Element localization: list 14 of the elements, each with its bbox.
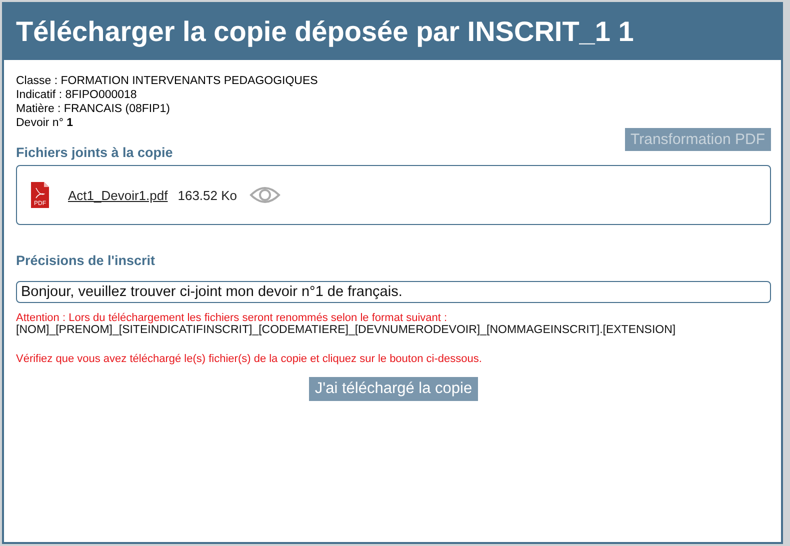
info-line: Matière : FRANCAIS (08FIP1) <box>16 102 172 116</box>
warning-text: Attention : Lors du téléchargement les fichiers seront renommés selon le format suivant : <box>16 312 448 324</box>
info-line: Classe : FORMATION INTERVENANTS PEDAGOGIQUES <box>16 74 319 88</box>
eye-icon[interactable] <box>249 185 282 205</box>
section-heading: Précisions de l'inscrit <box>16 253 156 268</box>
section-heading: Fichiers joints à la copie <box>16 145 174 160</box>
info-line: Devoir n° 1 <box>16 116 74 130</box>
notice-text: Vérifiez que vous avez téléchargé le(s) fichier(s) de la copie et cliquez sur le bouton ci-dessous. <box>16 353 483 365</box>
info-line: Indicatif : 8FIPO000018 <box>16 88 138 102</box>
format-text: [NOM]_[PRENOM]_[SITEINDICATIFINSCRIT]_[CODEMATIERE]_[DEVNUMERODEVOIR]_[NOMMAGEINSCRIT].[EXTENSION] <box>16 324 677 336</box>
file-link[interactable]: Act1_Devoir1.pdf <box>68 188 168 202</box>
dialog-title: Télécharger la copie déposée par INSCRIT_1 1 <box>16 16 634 48</box>
file-size: 163.52 Ko <box>178 188 238 202</box>
notes-field[interactable]: Bonjour, veuillez trouver ci-joint mon devoir n°1 de français. <box>16 281 771 303</box>
